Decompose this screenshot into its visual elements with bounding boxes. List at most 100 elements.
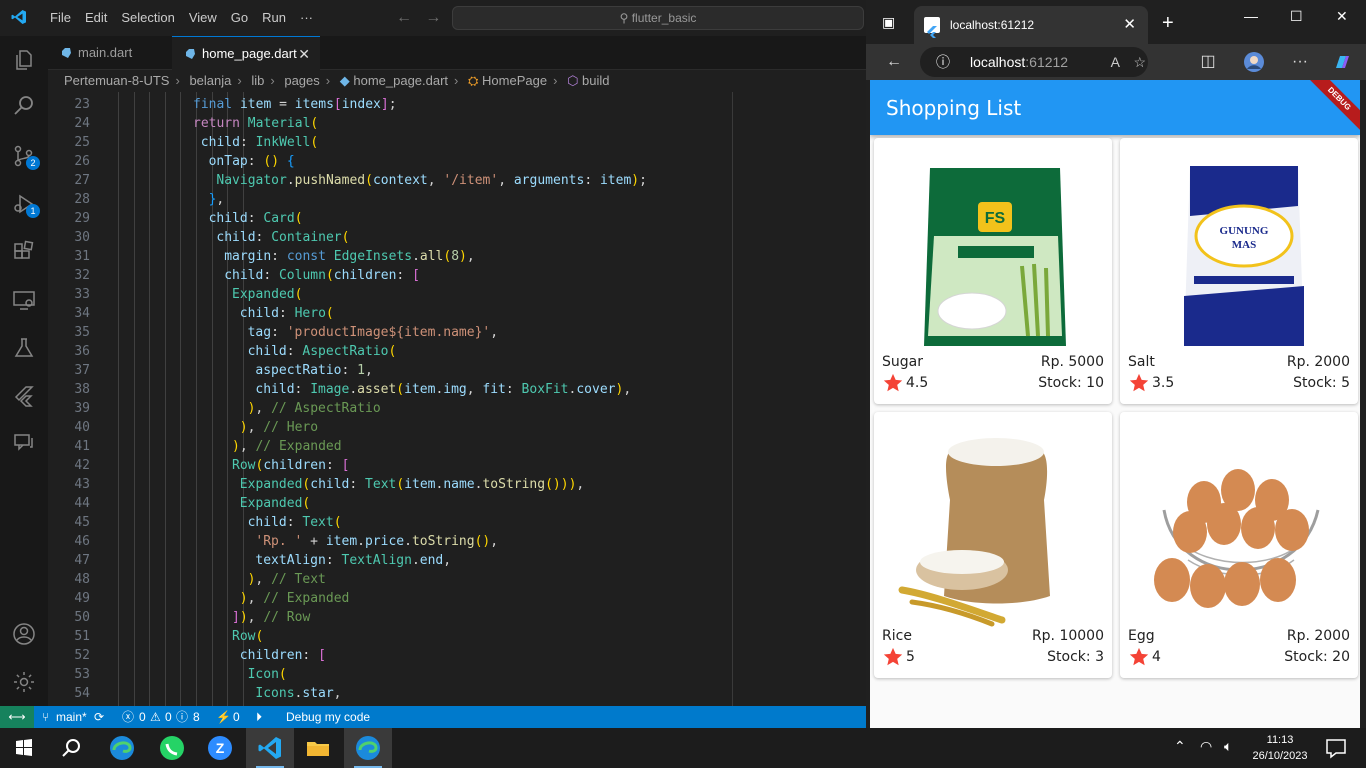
tab-actions-icon[interactable]: ▣ — [882, 14, 895, 31]
favorite-star-icon[interactable]: ☆ — [1133, 47, 1146, 77]
extensions-icon[interactable] — [12, 240, 36, 264]
debug-label[interactable]: Debug my code — [286, 706, 370, 728]
code-line[interactable]: 35 tag: 'productImage${item.name}', — [48, 323, 866, 342]
vscode-logo-icon[interactable] — [11, 9, 27, 25]
error-icon[interactable]: ⓧ — [122, 706, 134, 728]
code-line[interactable]: 52 children: [ — [48, 646, 866, 665]
menu-more[interactable]: ··· — [293, 0, 320, 36]
code-line[interactable]: 26 onTap: () { — [48, 152, 866, 171]
code-line[interactable]: 36 child: AspectRatio( — [48, 342, 866, 361]
menu-selection[interactable]: Selection — [114, 0, 181, 36]
info-count[interactable]: 8 — [193, 706, 200, 728]
back-arrow-icon[interactable]: ← — [396, 9, 412, 26]
file-explorer-icon[interactable] — [304, 734, 332, 762]
code-line[interactable]: 45 child: Text( — [48, 513, 866, 532]
menu-go[interactable]: Go — [224, 0, 255, 36]
code-line[interactable]: 43 Expanded(child: Text(item.name.toStrin… — [48, 475, 866, 494]
breadcrumb-item[interactable]: build — [582, 73, 609, 88]
breadcrumb-item[interactable]: lib — [251, 73, 264, 88]
code-line[interactable]: 51 Row( — [48, 627, 866, 646]
more-options-icon[interactable]: ··· — [1290, 52, 1310, 72]
code-line[interactable]: 49), // Expanded — [48, 589, 866, 608]
system-tray-chevron-icon[interactable]: ⌃ — [1174, 738, 1186, 755]
code-line[interactable]: 47 textAlign: TextAlign.end, — [48, 551, 866, 570]
profile-avatar-icon[interactable] — [1244, 52, 1264, 72]
wifi-icon[interactable]: ◠ — [1200, 738, 1212, 755]
remote-indicator-icon[interactable]: ⟷ — [0, 706, 34, 728]
site-info-icon[interactable]: ⓘ — [936, 47, 950, 77]
whatsapp-icon[interactable] — [158, 734, 186, 762]
comments-icon[interactable] — [12, 430, 36, 454]
sync-icon[interactable]: ⟳ — [94, 706, 104, 728]
taskbar-clock[interactable]: 11:13 26/10/2023 — [1248, 732, 1312, 764]
address-bar[interactable]: ⓘ localhost:61212 A ☆ — [920, 47, 1148, 77]
read-aloud-icon[interactable]: A — [1111, 47, 1120, 77]
menu-run[interactable]: Run — [255, 0, 293, 36]
code-line[interactable]: 29 child: Card( — [48, 209, 866, 228]
maximize-icon[interactable]: ☐ — [1290, 8, 1303, 25]
flutter-icon[interactable] — [12, 384, 36, 408]
code-editor[interactable]: 23 final item = items[index]; 24 return Mat… — [48, 92, 866, 706]
breadcrumb-item[interactable]: pages — [284, 73, 319, 88]
breadcrumb-item[interactable]: home_page.dart — [353, 73, 448, 88]
command-center-search[interactable]: ⚲ flutter_basic — [452, 6, 864, 30]
back-arrow-icon[interactable]: ← — [884, 52, 904, 72]
manage-gear-icon[interactable] — [12, 670, 36, 694]
product-card-rice[interactable]: Rice Rp. 10000 5 Stock: 3 — [874, 412, 1112, 678]
tab-home-page-dart[interactable]: home_page.dart ✕ — [172, 36, 320, 70]
browser-tab[interactable]: localhost:61212 ✕ — [914, 6, 1148, 44]
code-line[interactable]: 31 margin: const EdgeInsets.all(8), — [48, 247, 866, 266]
code-line[interactable]: 44 Expanded( — [48, 494, 866, 513]
code-line[interactable]: 33 Expanded( — [48, 285, 866, 304]
close-tab-icon[interactable]: ✕ — [1123, 6, 1136, 44]
code-line[interactable]: 30 child: Container( — [48, 228, 866, 247]
code-line[interactable]: 37 aspectRatio: 1, — [48, 361, 866, 380]
code-line[interactable]: 23 final item = items[index]; — [48, 95, 866, 114]
code-line[interactable]: 53 Icon( — [48, 665, 866, 684]
breadcrumb-item[interactable]: belanja — [189, 73, 231, 88]
info-icon[interactable]: ⓘ — [176, 706, 188, 728]
menu-edit[interactable]: Edit — [78, 0, 114, 36]
accounts-icon[interactable] — [12, 622, 36, 646]
ports-icon[interactable]: ⚡ — [216, 706, 231, 728]
notifications-icon[interactable] — [1322, 734, 1350, 762]
warning-count[interactable]: 0 — [165, 706, 172, 728]
code-line[interactable]: 54 Icons.star, — [48, 684, 866, 703]
remote-explorer-icon[interactable] — [12, 288, 36, 312]
breadcrumb-item[interactable]: Pertemuan-8-UTS — [64, 73, 169, 88]
menu-file[interactable]: File — [43, 0, 78, 36]
code-line[interactable]: 46 'Rp. ' + item.price.toString(), — [48, 532, 866, 551]
close-window-icon[interactable]: ✕ — [1336, 8, 1348, 25]
code-line[interactable]: 41), // Expanded — [48, 437, 866, 456]
product-card-sugar[interactable]: FS Sugar Rp. 5000 4.5 Stock: 10 — [874, 138, 1112, 404]
close-tab-icon[interactable]: ✕ — [298, 37, 310, 71]
code-line[interactable]: 50]), // Row — [48, 608, 866, 627]
debug-icon[interactable]: ⏵ — [256, 706, 262, 728]
code-line[interactable]: 27 Navigator.pushNamed(context, '/item', … — [48, 171, 866, 190]
ports-count[interactable]: 0 — [233, 706, 240, 728]
explorer-icon[interactable] — [12, 48, 36, 72]
breadcrumb-item[interactable]: HomePage — [482, 73, 547, 88]
split-screen-icon[interactable]: ◫ — [1198, 52, 1218, 72]
new-tab-icon[interactable]: + — [1162, 12, 1174, 35]
testing-icon[interactable] — [12, 336, 36, 360]
tab-main-dart[interactable]: main.dart — [48, 36, 172, 70]
code-line[interactable]: 38 child: Image.asset(item.img, fit: BoxF… — [48, 380, 866, 399]
edge-open-taskbar-icon[interactable] — [354, 734, 382, 762]
warning-icon[interactable]: ⚠ — [150, 706, 161, 728]
error-count[interactable]: 0 — [139, 706, 146, 728]
taskbar-search-icon[interactable] — [58, 734, 86, 762]
code-line[interactable]: 34 child: Hero( — [48, 304, 866, 323]
code-line[interactable]: 40), // Hero — [48, 418, 866, 437]
code-line[interactable]: 25 child: InkWell( — [48, 133, 866, 152]
product-card-egg[interactable]: Egg Rp. 2000 4 Stock: 20 — [1120, 412, 1358, 678]
branch-name[interactable]: main* — [56, 706, 87, 728]
code-line[interactable]: 42 Row(children: [ — [48, 456, 866, 475]
minimize-icon[interactable]: — — [1244, 8, 1258, 24]
edge-taskbar-icon[interactable] — [108, 734, 136, 762]
volume-icon[interactable]: 🔈︎ — [1224, 738, 1232, 755]
menu-view[interactable]: View — [182, 0, 224, 36]
code-line[interactable]: 39), // AspectRatio — [48, 399, 866, 418]
copilot-icon[interactable] — [1332, 52, 1352, 72]
product-card-salt[interactable]: GUNUNG MAS Salt Rp. 2000 3.5 Stock: 5 — [1120, 138, 1358, 404]
